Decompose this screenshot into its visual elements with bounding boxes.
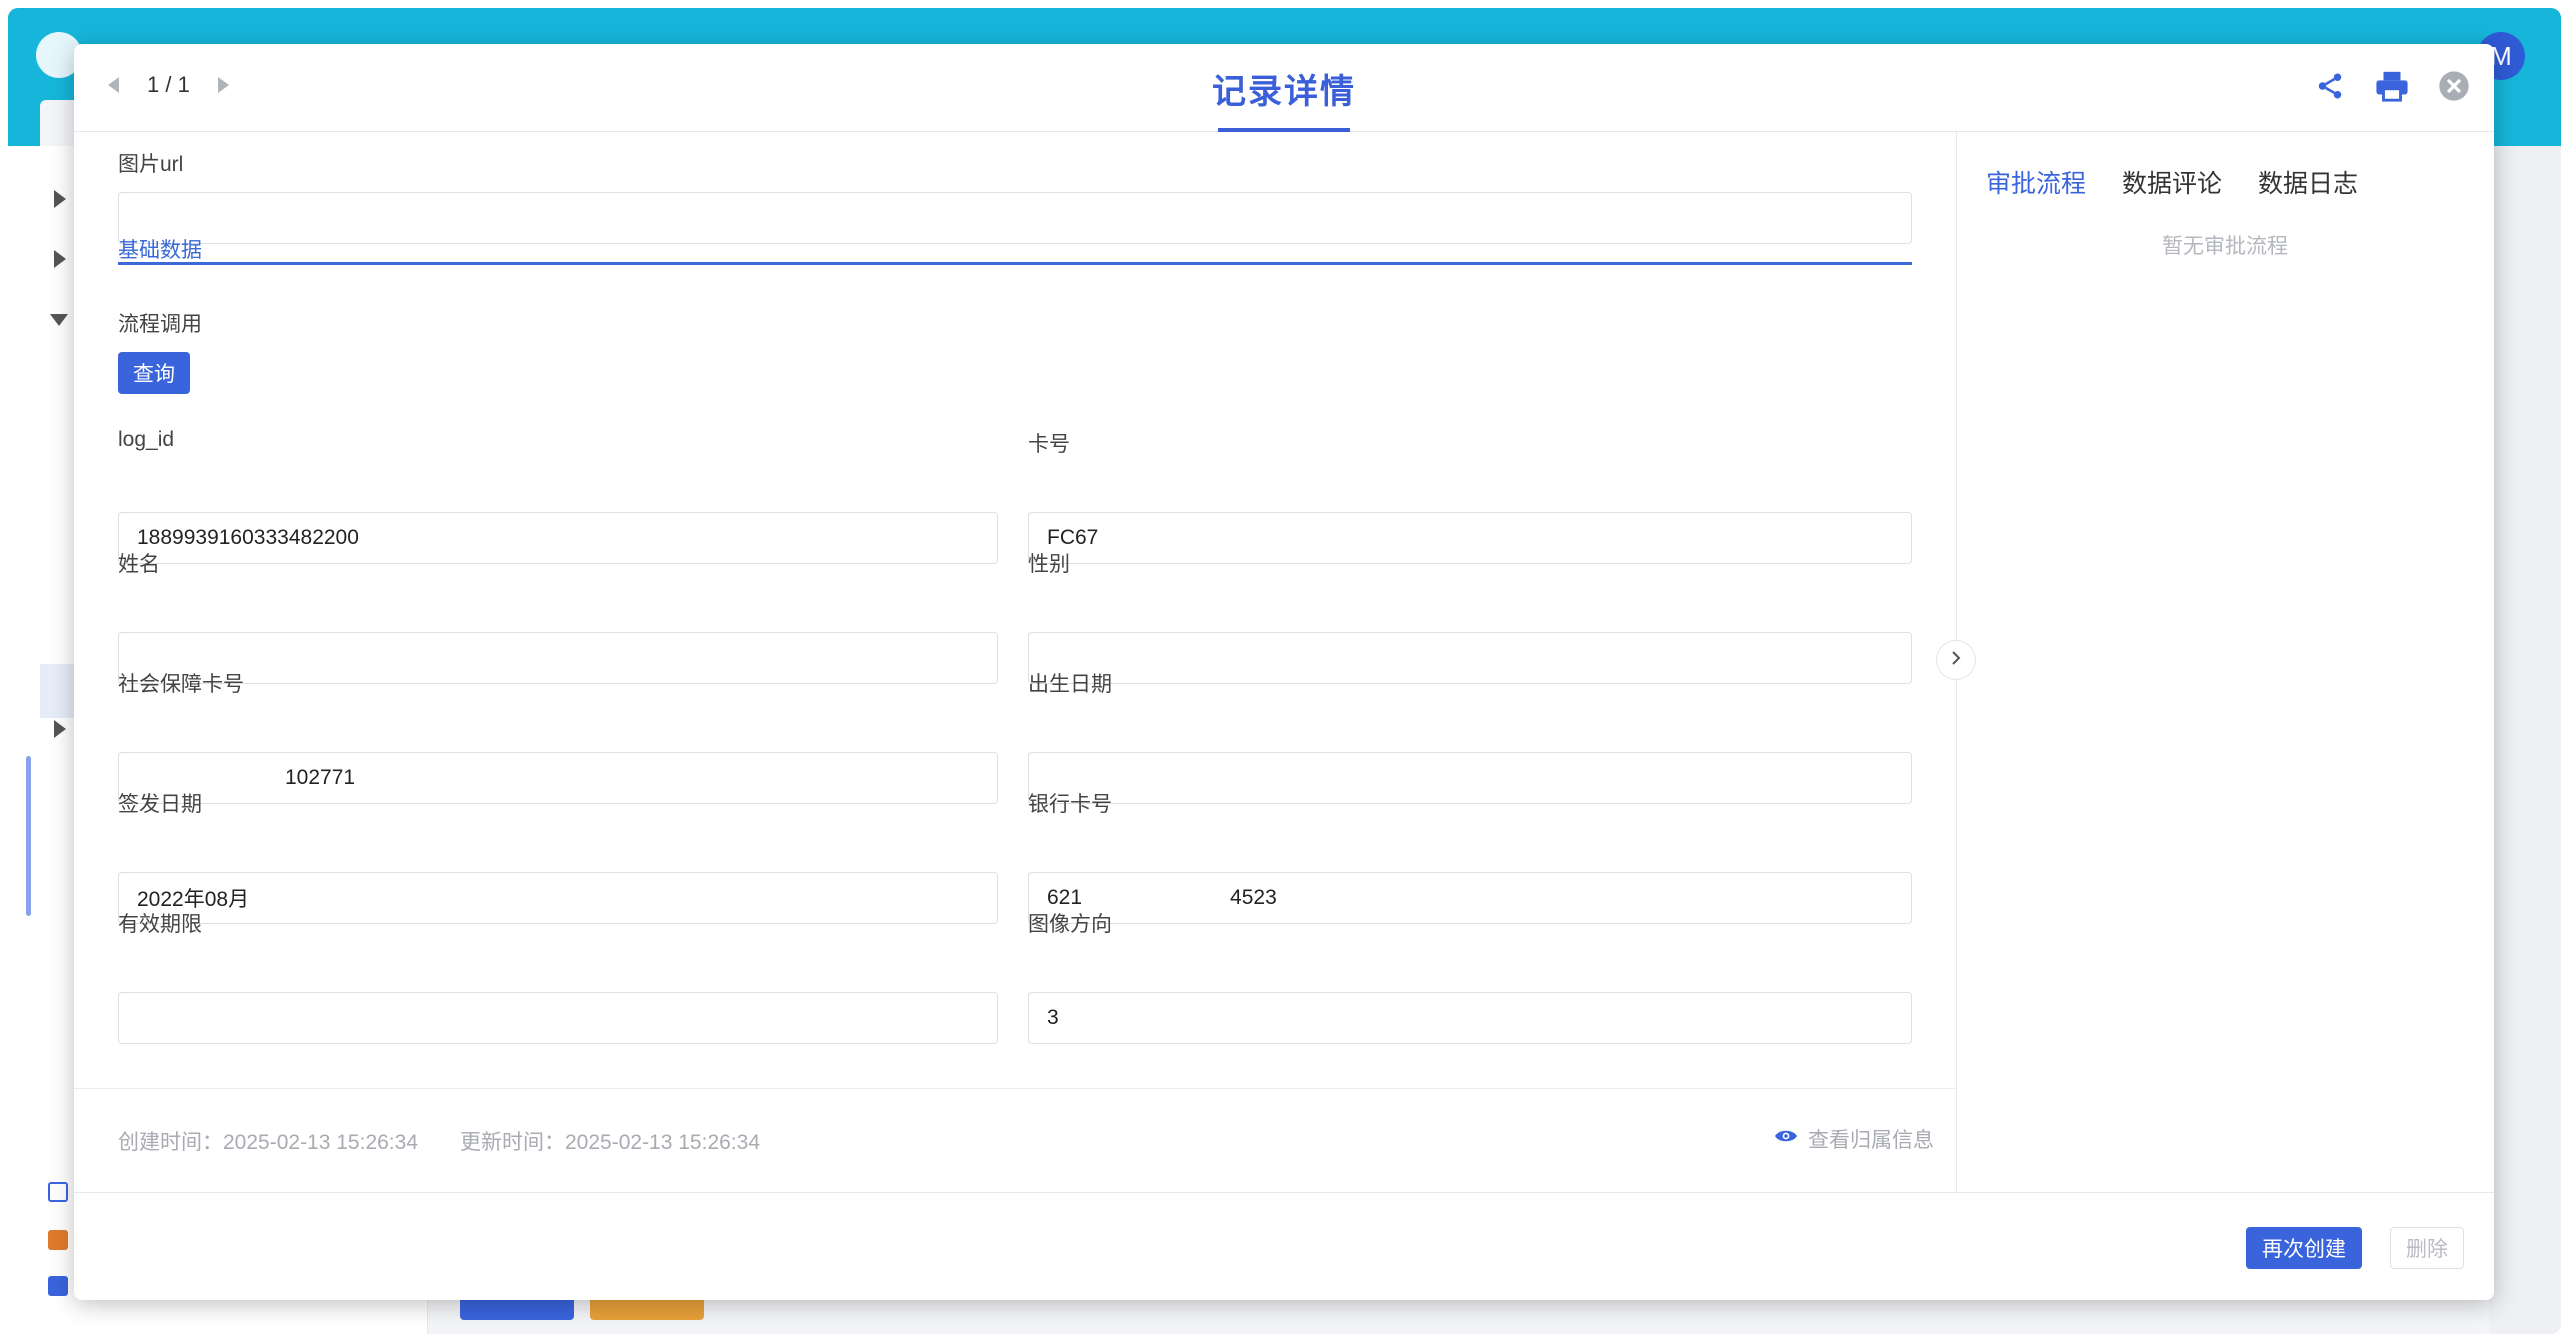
folder-icon[interactable] [48,1276,68,1296]
modal-footer: 再次创建 删除 [74,1192,2494,1300]
image-url-field[interactable] [118,192,1912,244]
tab-approval-flow[interactable]: 审批流程 [1986,164,2086,200]
share-icon[interactable] [2312,68,2348,104]
created-time: 创建时间：2025-02-13 15:26:34 [118,1131,418,1154]
card-no-label: 卡号 [1028,433,1070,456]
image-orientation-label: 图像方向 [1028,913,1112,936]
social-card-no-label: 社会保障卡号 [118,673,244,696]
modal-header: 1 / 1 记录详情 [74,44,2494,132]
social-card-no-field[interactable]: 102771 [118,752,998,804]
print-icon[interactable] [2374,68,2410,104]
table-icon[interactable] [48,1230,68,1250]
tab-data-comments[interactable]: 数据评论 [2122,164,2222,200]
eye-icon [1774,1127,1798,1151]
delete-button[interactable]: 删除 [2390,1227,2464,1269]
app-main-edge [2489,146,2561,1334]
tab-data-log[interactable]: 数据日志 [2258,164,2358,200]
record-detail-modal: 1 / 1 记录详情 图片url 基础数据 流程调用 查询 log_id 188… [74,44,2494,1300]
process-call-label: 流程调用 [118,313,202,336]
gender-field[interactable] [1028,632,1912,684]
query-button[interactable]: 查询 [118,352,190,394]
issue-date-label: 签发日期 [118,793,202,816]
image-url-label: 图片url [118,153,184,176]
bank-card-no-field[interactable]: 621 4523 [1028,872,1912,924]
side-panel-tabs: 审批流程 数据评论 数据日志 [1986,164,2358,200]
log-id-field[interactable]: 1889939160333482200 [118,512,998,564]
card-no-field[interactable]: FC67 [1028,512,1912,564]
name-label: 姓名 [118,553,160,576]
birth-date-field[interactable] [1028,752,1912,804]
issue-date-field[interactable]: 2022年08月 [118,872,998,924]
modal-title: 记录详情 [1212,73,1356,111]
title-underline [1218,128,1350,132]
bank-card-suffix: 4523 [1230,886,1277,909]
valid-period-label: 有效期限 [118,913,202,936]
name-field[interactable] [118,632,998,684]
view-owner-link[interactable]: 查看归属信息 [1774,1124,1934,1154]
collapse-caret-icon[interactable] [50,314,68,326]
section-divider [118,262,1912,265]
updated-time: 更新时间：2025-02-13 15:26:34 [460,1131,760,1154]
section-title-basic-data[interactable]: 基础数据 [118,234,202,264]
sidebar-scrollbar[interactable] [26,756,31,916]
chevron-right-icon [1948,650,1964,671]
log-id-label: log_id [118,428,175,451]
valid-period-field[interactable] [118,992,998,1044]
image-orientation-field[interactable]: 3 [1028,992,1912,1044]
collapse-panel-button[interactable] [1936,640,1976,680]
recreate-button[interactable]: 再次创建 [2246,1227,2362,1269]
close-icon[interactable] [2436,68,2472,104]
expand-caret-icon[interactable] [54,250,66,268]
gender-label: 性别 [1028,553,1070,576]
form-icon[interactable] [48,1182,68,1202]
header-actions [2312,68,2472,104]
bank-card-no-label: 银行卡号 [1028,793,1112,816]
expand-caret-icon[interactable] [54,190,66,208]
birth-date-label: 出生日期 [1028,673,1112,696]
meta-separator [74,1088,1956,1089]
empty-approval-text: 暂无审批流程 [2162,235,2288,258]
expand-caret-icon[interactable] [54,720,66,738]
bank-card-prefix: 621 [1047,886,1083,909]
view-owner-label: 查看归属信息 [1808,1129,1934,1152]
